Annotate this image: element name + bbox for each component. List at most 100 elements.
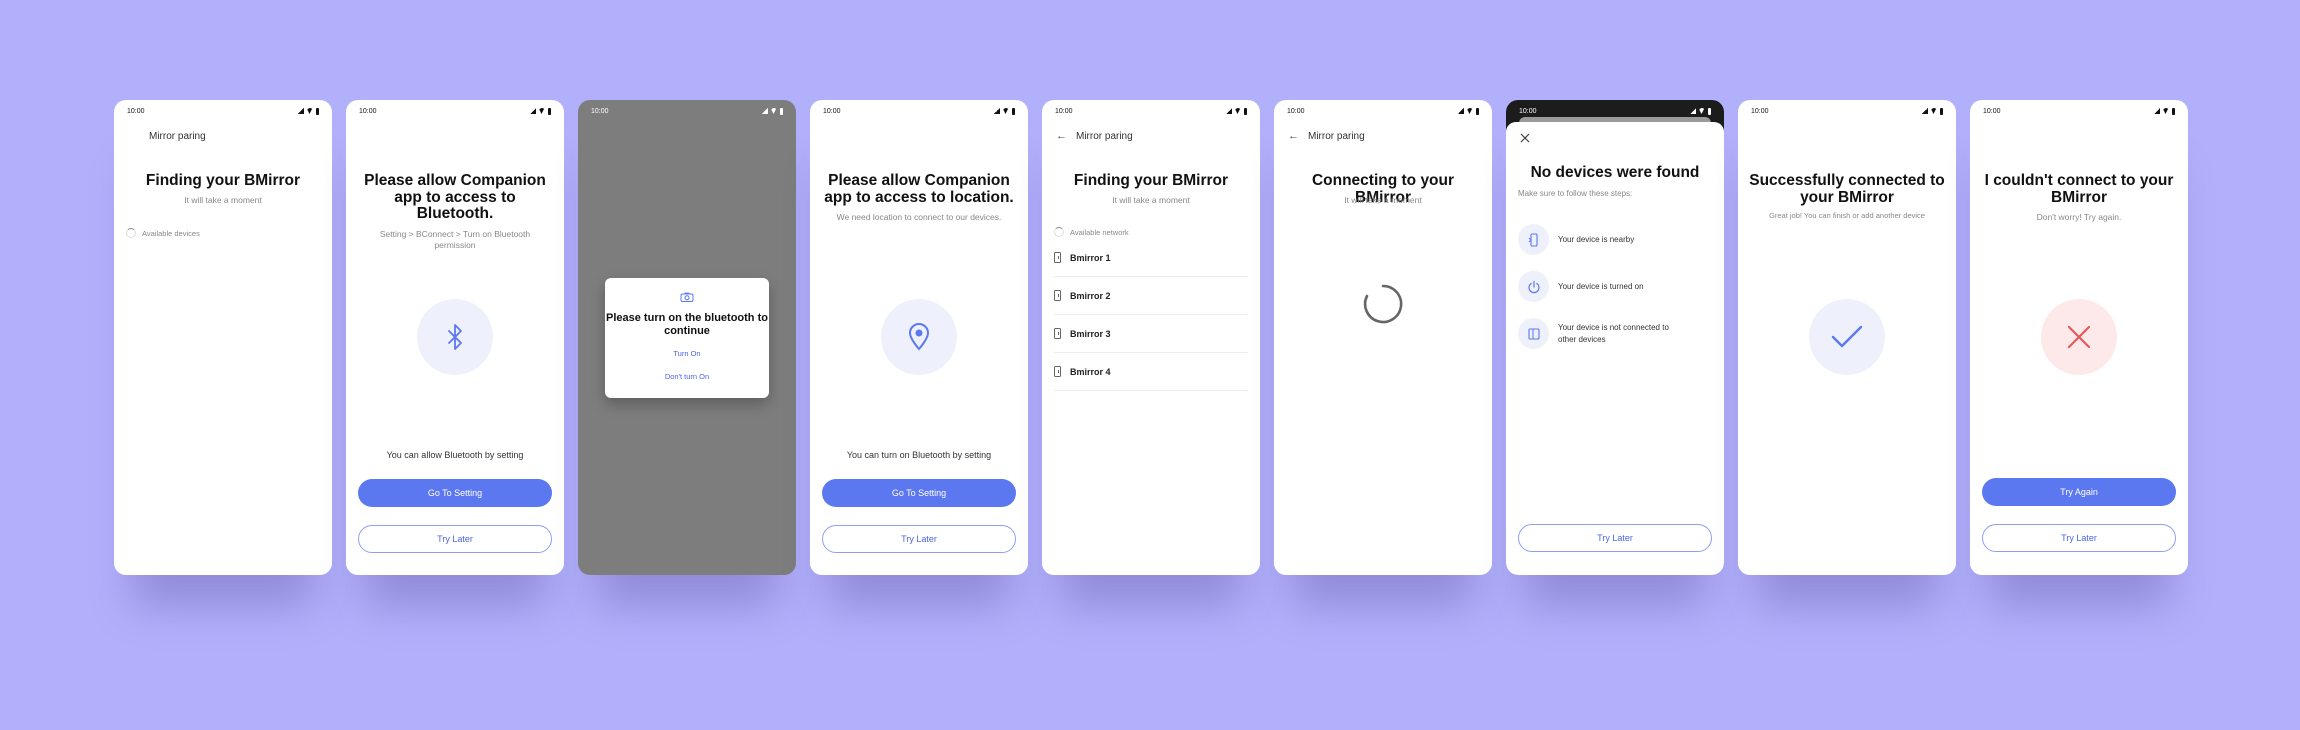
mirror-device-icon	[1054, 252, 1061, 263]
screen-finding-list: 10:00 ← Mirror paring Finding your BMirr…	[1042, 100, 1260, 575]
status-icons	[761, 107, 783, 115]
status-icons	[1225, 107, 1247, 115]
step-icon-circle	[1518, 318, 1549, 349]
header-title: Mirror paring	[149, 130, 206, 142]
battery-icon	[2171, 107, 2175, 115]
page-title: Finding your BMirror	[1073, 172, 1229, 189]
turn-on-button[interactable]: Turn On	[605, 349, 769, 358]
step-item: Your device is turned on	[1518, 263, 1712, 310]
step-item: Your device is not connected to other de…	[1518, 310, 1712, 357]
mirror-device-icon	[1054, 328, 1061, 339]
page-subtitle: It will take a moment	[184, 195, 262, 205]
signal-icon	[297, 108, 304, 114]
page-subtitle: Setting > BConnect > Turn on Bluetooth p…	[379, 229, 531, 251]
available-label: Available network	[1070, 227, 1129, 237]
dialog-title: Please turn on the bluetooth to continue	[606, 312, 768, 337]
signal-icon	[2153, 108, 2160, 114]
page-subtitle: It will take a moment	[1112, 195, 1190, 205]
bluetooth-icon	[448, 324, 462, 350]
header-title: Mirror paring	[1076, 130, 1133, 142]
status-icons	[2153, 107, 2175, 115]
screen-no-devices: 10:00 No devices were found Make sure to…	[1506, 100, 1724, 575]
page-subtitle: Don't worry! Try again.	[2036, 212, 2122, 222]
signal-icon	[993, 108, 1000, 114]
device-name: Bmirror 4	[1070, 366, 1111, 377]
status-time: 10:00	[359, 107, 377, 115]
wifi-icon	[538, 108, 545, 114]
top-bar: ← Mirror paring	[1056, 128, 1246, 144]
step-icon-circle	[1518, 271, 1549, 302]
status-icons	[1921, 107, 1943, 115]
page-subtitle: It will take a moment	[1344, 195, 1422, 205]
device-list: Bmirror 1 Bmirror 2 Bmirror 3 Bmirror 4	[1054, 239, 1248, 391]
battery-icon	[1707, 107, 1711, 115]
success-icon-circle	[1809, 299, 1885, 375]
page-title: Please allow Companion app to access to …	[824, 172, 1014, 206]
list-item[interactable]: Bmirror 4	[1054, 353, 1248, 391]
error-icon-circle	[2041, 299, 2117, 375]
bottom-sheet: No devices were found Make sure to follo…	[1506, 122, 1724, 575]
battery-icon	[1243, 107, 1247, 115]
go-to-setting-button[interactable]: Go To Setting	[822, 479, 1016, 507]
status-time: 10:00	[1055, 107, 1073, 115]
try-later-button[interactable]: Try Later	[1518, 524, 1712, 552]
status-time: 10:00	[127, 107, 145, 115]
status-bar: 10:00	[578, 100, 796, 122]
device-name: Bmirror 3	[1070, 328, 1111, 339]
screen-connecting: 10:00 ← Mirror paring Connecting to your…	[1274, 100, 1492, 575]
screen-location-permission: 10:00 Please allow Companion app to acce…	[810, 100, 1028, 575]
try-later-button[interactable]: Try Later	[1982, 524, 2176, 552]
wifi-icon	[1930, 108, 1937, 114]
page-title: No devices were found	[1530, 164, 1700, 181]
battery-icon	[1939, 107, 1943, 115]
go-to-setting-button[interactable]: Go To Setting	[358, 479, 552, 507]
back-arrow-icon[interactable]: ←	[1288, 130, 1299, 142]
spinner-icon	[1054, 227, 1064, 237]
status-icons	[993, 107, 1015, 115]
power-icon	[1527, 280, 1540, 293]
try-again-button[interactable]: Try Again	[1982, 478, 2176, 506]
back-arrow-icon[interactable]: ←	[1056, 130, 1067, 142]
status-bar: 10:00	[1506, 100, 1724, 122]
signal-icon	[1225, 108, 1232, 114]
signal-icon	[1457, 108, 1464, 114]
steps-list: Your device is nearby Your device is tur…	[1518, 216, 1712, 357]
signal-icon	[1921, 108, 1928, 114]
screen-success: 10:00 Successfully connected to your BMi…	[1738, 100, 1956, 575]
mirror-device-icon	[1527, 327, 1540, 340]
list-item[interactable]: Bmirror 3	[1054, 315, 1248, 353]
try-later-button[interactable]: Try Later	[822, 525, 1016, 553]
page-subtitle: We need location to connect to our devic…	[836, 212, 1002, 222]
bluetooth-dialog: Please turn on the bluetooth to continue…	[605, 278, 769, 398]
spinner-icon	[126, 228, 136, 238]
page-title: Please allow Companion app to access to …	[364, 172, 546, 223]
mirror-device-icon	[1054, 290, 1061, 301]
status-time: 10:00	[1287, 107, 1305, 115]
available-devices-row: Available devices	[126, 228, 200, 238]
dont-turn-on-button[interactable]: Don't turn On	[605, 372, 769, 381]
close-icon[interactable]	[1519, 132, 1531, 144]
status-bar: 10:00	[810, 100, 1028, 122]
page-title: I couldn't connect to your BMirror	[1984, 172, 2174, 206]
hint-text: You can turn on Bluetooth by setting	[846, 450, 992, 460]
screen-failure: 10:00 I couldn't connect to your BMirror…	[1970, 100, 2188, 575]
wifi-icon	[1466, 108, 1473, 114]
status-bar: 10:00	[1738, 100, 1956, 122]
list-item[interactable]: Bmirror 2	[1054, 277, 1248, 315]
signal-icon	[1689, 108, 1696, 114]
try-later-button[interactable]: Try Later	[358, 525, 552, 553]
list-item[interactable]: Bmirror 1	[1054, 239, 1248, 277]
status-icons	[297, 107, 319, 115]
wifi-icon	[1234, 108, 1241, 114]
status-bar: 10:00	[1042, 100, 1260, 122]
step-item: Your device is nearby	[1518, 216, 1712, 263]
top-bar: Mirror paring	[128, 128, 318, 144]
camera-icon	[680, 292, 694, 302]
step-text: Your device is turned on	[1558, 281, 1644, 291]
check-icon	[1831, 325, 1863, 348]
screen-finding-empty: 10:00 Mirror paring Finding your BMirror…	[114, 100, 332, 575]
header-title: Mirror paring	[1308, 130, 1365, 142]
wifi-icon	[770, 108, 777, 114]
step-text: Your device is nearby	[1558, 234, 1635, 244]
device-name: Bmirror 2	[1070, 290, 1111, 301]
